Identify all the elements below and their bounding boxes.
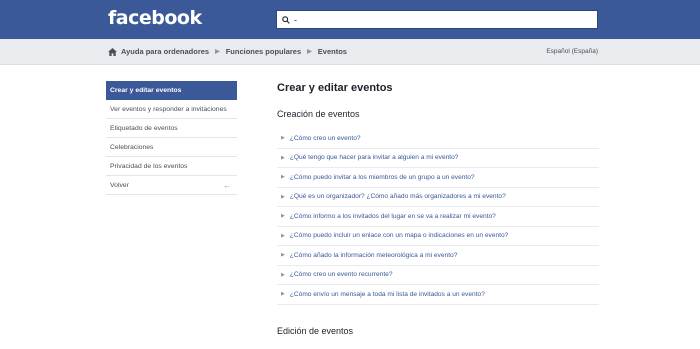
sidebar-item-label: Etiquetado de eventos [110,124,178,132]
breadcrumb-item[interactable]: Ayuda para ordenadores [121,47,209,56]
search-icon [282,15,290,24]
caret-right-icon: ▶ [281,213,285,220]
question-label: ¿Cómo puedo invitar a los miembros de un… [289,173,475,181]
question-label: ¿Cómo informo a los invitados del lugar … [289,212,496,220]
search-box[interactable] [276,10,598,29]
sidebar-item-celebraciones[interactable]: Celebraciones [106,138,237,157]
caret-right-icon: ▶ [281,232,285,239]
sidebar-item-label: Volver [110,181,129,189]
top-bar: facebook [0,0,700,39]
section-title: Edición de eventos [277,326,354,336]
question-label: ¿Cómo envío un mensaje a toda mi lista d… [289,290,485,298]
question-item[interactable]: ▶ ¿Cómo añado la información meteorológic… [277,246,599,266]
question-label: ¿Qué es un organizador? ¿Cómo añado más … [289,193,506,201]
caret-right-icon: ▶ [281,193,285,200]
question-label: ¿Cómo puedo incluir un enlace con un map… [289,232,509,240]
question-label: ¿Cómo creo un evento recurrente? [289,271,393,279]
breadcrumb: Ayuda para ordenadores ▶ Funciones popul… [108,47,347,56]
question-item[interactable]: ▶ ¿Cómo envío un mensaje a toda mi lista … [277,285,599,305]
question-label: ¿Cómo creo un evento? [289,134,361,142]
question-item[interactable]: ▶ ¿Cómo informo a los invitados del lugar… [277,207,599,227]
sidebar-item-label: Ver eventos y responder a invitaciones [110,105,227,113]
chevron-right-icon: ▶ [215,49,220,55]
question-label: ¿Qué tengo que hacer para invitar a algu… [289,154,459,162]
search-input[interactable] [294,12,584,27]
chevron-right-icon: ▶ [307,49,312,55]
question-item[interactable]: ▶ ¿Qué es un organizador? ¿Cómo añado más… [277,188,599,207]
sidebar-item-etiquetado[interactable]: Etiquetado de eventos [106,119,237,138]
home-icon[interactable] [108,47,117,56]
breadcrumb-bar: Ayuda para ordenadores ▶ Funciones popul… [0,39,700,65]
sidebar-item-crear-editar[interactable]: Crear y editar eventos [106,81,237,100]
breadcrumb-item[interactable]: Eventos [318,47,347,56]
question-item[interactable]: ▶ ¿Cómo creo un evento? [277,129,599,149]
breadcrumb-item[interactable]: Funciones populares [226,47,301,56]
sidebar: Crear y editar eventos Ver eventos y res… [106,81,237,195]
section-title: Creación de eventos [277,109,360,119]
sidebar-item-label: Crear y editar eventos [110,87,182,94]
sidebar-item-privacidad[interactable]: Privacidad de los eventos [106,157,237,176]
question-item[interactable]: ▶ ¿Cómo creo un evento recurrente? [277,266,599,285]
caret-right-icon: ▶ [281,271,285,278]
main-content: Crear y editar eventos Creación de event… [277,82,599,305]
caret-right-icon: ▶ [281,291,285,298]
facebook-logo[interactable]: facebook [108,7,202,29]
question-item[interactable]: ▶ ¿Qué tengo que hacer para invitar a alg… [277,149,599,168]
sidebar-item-label: Celebraciones [110,143,154,151]
question-item[interactable]: ▶ ¿Cómo puedo invitar a los miembros de u… [277,168,599,188]
language-link[interactable]: Español (España) [546,48,598,55]
caret-right-icon: ▶ [281,154,285,161]
caret-right-icon: ▶ [281,174,285,181]
question-item[interactable]: ▶ ¿Cómo puedo incluir un enlace con un ma… [277,227,599,246]
sidebar-item-ver-eventos[interactable]: Ver eventos y responder a invitaciones [106,100,237,119]
sidebar-item-volver[interactable]: Volver ← [106,176,237,195]
page-title: Crear y editar eventos [277,82,393,94]
sidebar-item-label: Privacidad de los eventos [110,162,188,170]
back-arrow-icon: ← [223,180,231,190]
question-label: ¿Cómo añado la información meteorológica… [289,251,458,259]
caret-right-icon: ▶ [281,135,285,142]
caret-right-icon: ▶ [281,252,285,259]
question-list: ▶ ¿Cómo creo un evento? ▶ ¿Qué tengo que h… [277,129,599,305]
